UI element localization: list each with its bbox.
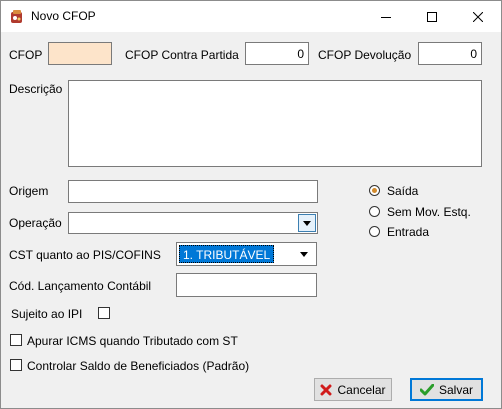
chevron-down-icon — [303, 220, 311, 226]
sujeito-ipi-checkbox[interactable] — [98, 307, 110, 319]
radio-sem-mov-estq[interactable] — [369, 206, 380, 217]
origem-input[interactable] — [68, 180, 318, 203]
descricao-label: Descrição — [9, 82, 63, 96]
title-bar[interactable]: Novo CFOP — [1, 1, 501, 32]
cst-label: CST quanto ao PIS/COFINS — [9, 248, 161, 262]
radio-saida[interactable] — [369, 185, 380, 196]
operacao-label: Operação — [9, 216, 62, 230]
cfop-devolucao-label: CFOP Devolução — [318, 48, 412, 62]
controlar-saldo-checkbox[interactable] — [10, 359, 22, 371]
chevron-down-icon — [300, 252, 308, 257]
checkmark-icon — [419, 383, 434, 395]
radio-entrada[interactable] — [369, 226, 380, 237]
operacao-dropdown-button[interactable] — [298, 214, 316, 232]
save-button-label: Salvar — [438, 382, 473, 397]
minimize-button[interactable] — [363, 1, 409, 32]
cancel-button-label: Cancelar — [337, 382, 386, 397]
radio-sem-mov-estq-label[interactable]: Sem Mov. Estq. — [387, 205, 471, 219]
save-button[interactable]: Salvar — [410, 378, 483, 401]
operacao-select[interactable] — [68, 212, 318, 234]
origem-label: Origem — [9, 184, 49, 198]
radio-entrada-label[interactable]: Entrada — [387, 225, 429, 239]
apurar-icms-label: Apurar ICMS quando Tributado com ST — [27, 334, 238, 348]
cod-lancamento-label: Cód. Lançamento Contábil — [9, 279, 152, 293]
cfop-devolucao-input[interactable] — [418, 42, 482, 65]
apurar-icms-checkbox[interactable] — [10, 334, 22, 346]
cfop-contra-partida-input[interactable] — [245, 42, 309, 65]
cod-lancamento-input[interactable] — [176, 273, 317, 297]
controlar-saldo-label: Controlar Saldo de Beneficiados (Padrão) — [27, 359, 250, 373]
window-title: Novo CFOP — [31, 9, 96, 23]
cancel-x-icon — [320, 384, 332, 395]
maximize-button[interactable] — [409, 1, 455, 32]
app-icon — [9, 9, 25, 25]
cst-selected-value: 1. TRIBUTÁVEL — [179, 245, 275, 263]
cst-select[interactable]: 1. TRIBUTÁVEL — [176, 242, 317, 266]
maximize-icon — [427, 11, 437, 22]
minimize-icon — [381, 16, 391, 18]
sujeito-ipi-label: Sujeito ao IPI — [11, 307, 83, 321]
dialog-window: Novo CFOP CFOP CFOP Contra Partida CFOP … — [0, 0, 502, 409]
cfop-contra-partida-label: CFOP Contra Partida — [125, 48, 239, 62]
descricao-textarea[interactable] — [68, 80, 482, 167]
cfop-label: CFOP — [9, 48, 43, 62]
close-icon — [473, 11, 483, 22]
radio-saida-label[interactable]: Saída — [387, 184, 418, 198]
cancel-button[interactable]: Cancelar — [314, 378, 392, 401]
cfop-input[interactable] — [48, 42, 112, 65]
close-button[interactable] — [455, 1, 501, 32]
